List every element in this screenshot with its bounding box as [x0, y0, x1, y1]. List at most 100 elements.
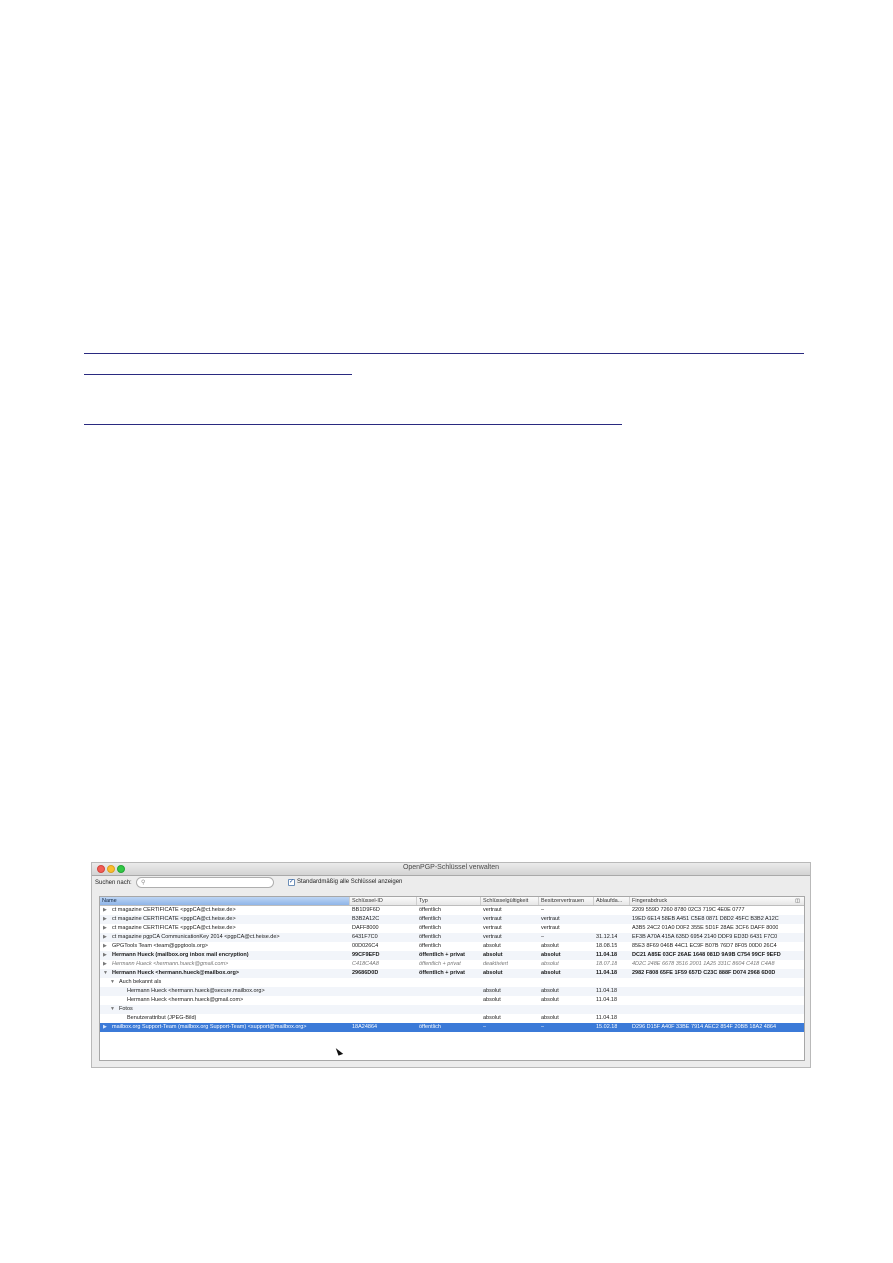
- table-row[interactable]: ▼ Hermann Hueck <hermann.hueck@mailbox.o…: [100, 969, 804, 978]
- disclosure-triangle-expanded-icon[interactable]: ▼: [110, 1005, 115, 1014]
- disclosure-triangle-icon[interactable]: ▶: [103, 960, 107, 969]
- magnifier-icon: ⚲: [141, 880, 146, 886]
- cell-name: Hermann Hueck (mailbox.org inbox mail en…: [112, 952, 249, 958]
- cell-type: öffentlich: [419, 916, 441, 922]
- cell-expiry: 18.08.15: [596, 943, 618, 949]
- table-row[interactable]: ▶ Hermann Hueck <hermann.hueck@gmail.com…: [100, 960, 804, 969]
- cell-fingerprint: 2982 F808 65FE 1F59 657D C23C 888F D074 …: [632, 970, 776, 976]
- cell-owner-trust: –: [541, 934, 545, 940]
- table-row[interactable]: ▶ ct magazine CERTIFICATE <pgpCA@ct.heis…: [100, 915, 804, 924]
- cell-expiry: 31.12.14: [596, 934, 618, 940]
- cell-validity: deaktiviert: [483, 961, 509, 967]
- column-header-fingerprint[interactable]: Fingerabdruck: [630, 897, 804, 905]
- cell-fingerprint: A3B5 24C2 01A0 D0F2 355E 5D1F 28AE 3CF6 …: [632, 925, 779, 931]
- link-underline[interactable]: [84, 424, 622, 425]
- cell-expiry: 18.07.18: [596, 961, 618, 967]
- disclosure-triangle-icon[interactable]: ▶: [103, 951, 107, 960]
- link-underline[interactable]: [84, 353, 804, 354]
- cell-expiry: 11.04.18: [596, 988, 618, 994]
- cell-name: Fotos: [119, 1006, 133, 1012]
- search-input[interactable]: ⚲: [136, 877, 274, 888]
- cell-name: Hermann Hueck <hermann.hueck@mailbox.org…: [112, 970, 240, 976]
- table-row[interactable]: ▶ GPGTools Team <team@gpgtools.org> 00D0…: [100, 942, 804, 951]
- cell-name: mailbox.org Support-Team (mailbox.org Su…: [112, 1024, 307, 1030]
- column-header-key-id[interactable]: Schlüssel-ID: [350, 897, 417, 905]
- table-row[interactable]: ▶ ct magazine CERTIFICATE <pgpCA@ct.heis…: [100, 924, 804, 933]
- cell-owner-trust: absolut: [541, 1015, 559, 1021]
- cell-expiry: 11.04.18: [596, 952, 618, 958]
- disclosure-triangle-icon[interactable]: ▶: [103, 915, 107, 924]
- disclosure-triangle-icon[interactable]: ▶: [103, 933, 107, 942]
- disclosure-triangle-icon[interactable]: ▶: [103, 924, 107, 933]
- cell-name: Auch bekannt als: [119, 979, 162, 985]
- cell-type: öffentlich: [419, 934, 441, 940]
- cell-owner-trust: absolut: [541, 961, 559, 967]
- link-underline[interactable]: [84, 374, 352, 375]
- cell-validity: vertraut: [483, 934, 502, 940]
- disclosure-triangle-icon[interactable]: ▶: [103, 906, 107, 915]
- table-row-selected[interactable]: ▶ mailbox.org Support-Team (mailbox.org …: [100, 1023, 804, 1032]
- cell-validity: absolut: [483, 943, 501, 949]
- cell-owner-trust: –: [541, 907, 545, 913]
- cell-validity: –: [483, 1024, 487, 1030]
- title-bar: OpenPGP-Schlüssel verwalten: [92, 863, 810, 876]
- disclosure-triangle-expanded-icon[interactable]: ▼: [103, 969, 108, 978]
- cell-name: ct magazine CERTIFICATE <pgpCA@ct.heise.…: [112, 907, 236, 913]
- cell-expiry: 15.02.18: [596, 1024, 618, 1030]
- column-header-type[interactable]: Typ: [417, 897, 481, 905]
- column-header-validity[interactable]: Schlüsselgültigkeit: [481, 897, 539, 905]
- cell-type: öffentlich + privat: [419, 961, 461, 967]
- table-row[interactable]: ▼ Auch bekannt als: [100, 978, 804, 987]
- table-row[interactable]: ▶ ct magazine CERTIFICATE <pgpCA@ct.heis…: [100, 906, 804, 915]
- show-all-label: Standardmäßig alle Schlüssel anzeigen: [297, 879, 403, 885]
- cell-owner-trust: vertraut: [541, 916, 560, 922]
- cell-validity: vertraut: [483, 916, 502, 922]
- search-label: Suchen nach:: [95, 880, 132, 886]
- cell-validity: vertraut: [483, 907, 502, 913]
- cell-owner-trust: vertraut: [541, 925, 560, 931]
- cell-name: ct magazine CERTIFICATE <pgpCA@ct.heise.…: [112, 916, 236, 922]
- cell-key-id: 6431F7C0: [352, 934, 378, 940]
- cell-name: Hermann Hueck <hermann.hueck@gmail.com>: [112, 961, 229, 967]
- cell-validity: absolut: [483, 997, 501, 1003]
- cell-type: öffentlich + privat: [419, 952, 465, 958]
- cell-name: Hermann Hueck <hermann.hueck@secure.mail…: [127, 988, 265, 994]
- show-all-checkbox[interactable]: ✓: [288, 879, 295, 886]
- table-row[interactable]: ▼ Fotos: [100, 1005, 804, 1014]
- cell-fingerprint: 4D2C 248E 6678 3516 2001 1A25 331C 8604 …: [632, 961, 775, 967]
- cell-type: öffentlich: [419, 907, 441, 913]
- cell-fingerprint: D296 D15F A40F 33BE 7914 AEC2 854F 20BB …: [632, 1024, 777, 1030]
- cell-validity: vertraut: [483, 925, 502, 931]
- column-header-expiry[interactable]: Ablaufda...: [594, 897, 630, 905]
- table-header: Name Schlüssel-ID Typ Schlüsselgültigkei…: [100, 897, 804, 906]
- disclosure-triangle-icon[interactable]: ▶: [103, 942, 107, 951]
- cell-fingerprint: 19ED 6E14 58EB A451 C5E8 0871 D8D2 45FC …: [632, 916, 779, 922]
- table-row[interactable]: Benutzerattribut (JPEG-Bild) absolut abs…: [100, 1014, 804, 1023]
- cell-owner-trust: –: [541, 1024, 545, 1030]
- column-header-name[interactable]: Name: [100, 897, 350, 905]
- cell-validity: absolut: [483, 952, 503, 958]
- cell-owner-trust: absolut: [541, 952, 561, 958]
- table-row[interactable]: Hermann Hueck <hermann.hueck@secure.mail…: [100, 987, 804, 996]
- window-title: OpenPGP-Schlüssel verwalten: [402, 864, 500, 871]
- column-options-icon[interactable]: ◫: [795, 898, 800, 904]
- column-header-owner-trust[interactable]: Besitzervertrauen: [539, 897, 594, 905]
- cell-key-id: DAFF8000: [352, 925, 379, 931]
- cell-name: Benutzerattribut (JPEG-Bild): [127, 1015, 197, 1021]
- cell-owner-trust: absolut: [541, 988, 559, 994]
- cell-validity: absolut: [483, 1015, 501, 1021]
- disclosure-triangle-icon[interactable]: ▶: [103, 1023, 107, 1032]
- cell-owner-trust: absolut: [541, 970, 561, 976]
- cell-validity: absolut: [483, 970, 503, 976]
- cell-fingerprint: 85E3 8F69 046B 44C1 EC9F B07B 76D7 8F05 …: [632, 943, 777, 949]
- cell-fingerprint: DC21 A85E 03CF 26AE 1648 081D 9A9B C754 …: [632, 952, 781, 958]
- table-row[interactable]: ▶ ct magazine pgpCA CommunicationKey 201…: [100, 933, 804, 942]
- keychain-window: OpenPGP-Schlüssel verwalten Suchen nach:…: [91, 862, 811, 1068]
- cell-key-id: 18A24864: [352, 1024, 378, 1030]
- table-row[interactable]: Hermann Hueck <hermann.hueck@gmail.com> …: [100, 996, 804, 1005]
- cell-key-id: 00D026C4: [352, 943, 379, 949]
- table-row[interactable]: ▶ Hermann Hueck (mailbox.org inbox mail …: [100, 951, 804, 960]
- disclosure-triangle-expanded-icon[interactable]: ▼: [110, 978, 115, 987]
- cell-expiry: 11.04.18: [596, 970, 618, 976]
- cell-type: öffentlich: [419, 925, 441, 931]
